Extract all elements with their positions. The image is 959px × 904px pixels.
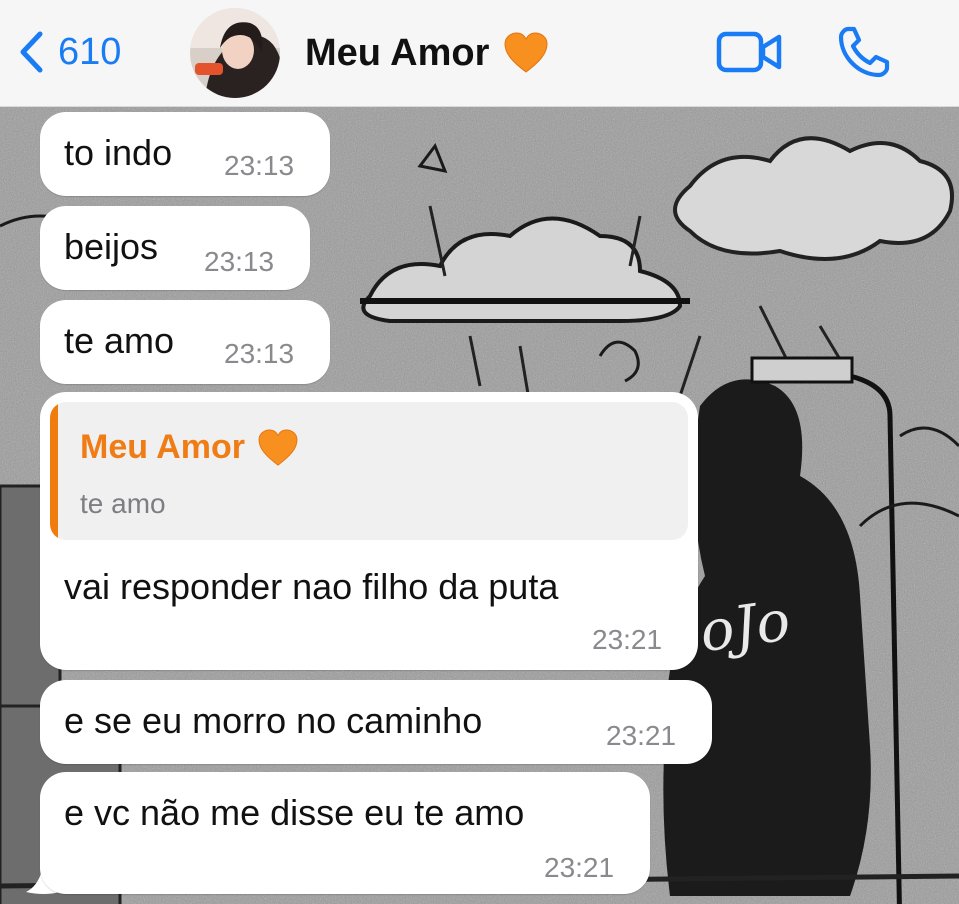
message-bubble[interactable]: te amo 23:13 (40, 300, 330, 384)
message-time: 23:13 (224, 338, 295, 369)
message-bubble[interactable]: e vc não me disse eu te amo 23:21 (40, 772, 650, 894)
quoted-author: Meu Amor (80, 428, 299, 467)
message-text: e se eu morro no caminho (64, 700, 483, 741)
message-bubble[interactable]: to indo 23:13 (40, 112, 330, 196)
quoted-text: te amo (80, 488, 166, 519)
video-call-button[interactable] (716, 28, 784, 76)
voice-call-button[interactable] (836, 24, 892, 80)
message-time: 23:21 (606, 720, 677, 751)
orange-heart-icon (258, 428, 298, 466)
svg-text:oJo: oJo (696, 588, 794, 665)
message-text: te amo (64, 320, 175, 361)
contact-name-label: Meu Amor (305, 31, 490, 74)
quoted-message[interactable]: Meu Amor te amo (50, 402, 688, 540)
phone-icon (838, 26, 890, 78)
contact-avatar[interactable] (190, 8, 280, 98)
chat-header: 610 Meu Amor (0, 0, 959, 107)
chevron-left-icon (20, 31, 43, 73)
message-text: to indo (64, 132, 173, 173)
message-text: e vc não me disse eu te amo (64, 792, 525, 833)
message-text: beijos (64, 226, 159, 267)
reply-message-bubble[interactable]: Meu Amor te amo vai responder nao filho … (40, 392, 698, 670)
unread-count: 610 (58, 30, 122, 73)
message-text: vai responder nao filho da puta (64, 566, 559, 607)
message-time: 23:13 (204, 246, 275, 277)
contact-name[interactable]: Meu Amor (305, 27, 549, 79)
video-camera-icon (716, 31, 782, 73)
avatar-photo (190, 8, 280, 98)
message-time: 23:13 (224, 150, 295, 181)
orange-heart-icon (504, 32, 548, 73)
message-bubble[interactable]: beijos 23:13 (40, 206, 310, 290)
quoted-author-name: Meu Amor (80, 428, 245, 466)
message-bubble[interactable]: e se eu morro no caminho 23:21 (40, 680, 712, 764)
back-button[interactable]: 610 (18, 24, 121, 80)
message-time: 23:21 (592, 624, 663, 655)
message-time: 23:21 (544, 852, 615, 883)
chat-screen: oJo 610 Meu Amor to indo 23:13 beijos 23… (0, 0, 959, 904)
quote-accent-bar (50, 402, 58, 540)
